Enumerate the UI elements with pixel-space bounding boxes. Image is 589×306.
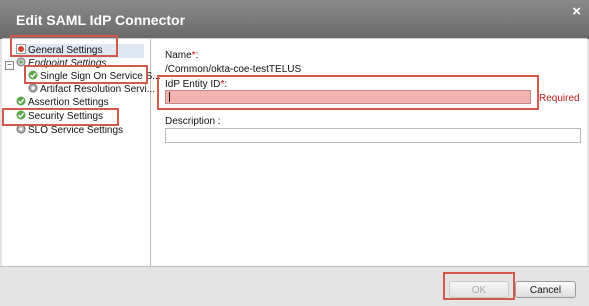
endpoint-icon xyxy=(16,57,26,67)
description-label: Description : xyxy=(165,116,221,127)
ok-button[interactable]: OK xyxy=(449,281,509,298)
tree-item-label: Single Sign On Service S... xyxy=(40,71,161,82)
description-input[interactable] xyxy=(165,128,581,143)
check-icon xyxy=(16,110,26,120)
close-icon[interactable]: × xyxy=(572,4,581,19)
idp-entity-id-label: IdP Entity ID*: xyxy=(165,79,228,90)
text-cursor xyxy=(169,92,170,102)
tree-item-endpoint-settings[interactable]: Endpoint Settings xyxy=(16,57,106,71)
gear-icon xyxy=(28,83,38,93)
tree-item-security-settings[interactable]: Security Settings xyxy=(16,110,103,124)
tree-item-label: Assertion Settings xyxy=(28,97,109,108)
tree-item-artifact-resolution-service[interactable]: Artifact Resolution Servi... xyxy=(28,83,155,97)
dialog-footer: OK Cancel xyxy=(0,266,589,306)
expand-collapse-icon[interactable]: − xyxy=(5,61,14,70)
general-settings-form: Name*: /Common/okta-coe-testTELUS IdP En… xyxy=(162,39,587,267)
settings-tree: General Settings − Endpoint Settings Sin… xyxy=(2,39,161,267)
general-settings-icon xyxy=(16,44,26,55)
tree-item-single-sign-on-service[interactable]: Single Sign On Service S... xyxy=(28,70,161,84)
tree-item-label: General Settings xyxy=(28,45,103,56)
dialog-content: General Settings − Endpoint Settings Sin… xyxy=(2,38,587,267)
tree-item-label: Security Settings xyxy=(28,111,104,122)
cancel-button[interactable]: Cancel xyxy=(515,281,576,298)
tree-item-slo-service-settings[interactable]: SLO Service Settings xyxy=(16,124,123,138)
dialog-title: Edit SAML IdP Connector xyxy=(16,12,186,28)
name-value: /Common/okta-coe-testTELUS xyxy=(165,64,302,75)
dialog-title-bar: Edit SAML IdP Connector × xyxy=(0,0,589,39)
check-icon xyxy=(16,96,26,106)
gear-icon xyxy=(16,124,26,134)
name-label: Name*: xyxy=(165,50,199,61)
tree-item-label: SLO Service Settings xyxy=(28,125,124,136)
idp-entity-id-input[interactable] xyxy=(165,90,531,104)
tree-item-label: Endpoint Settings xyxy=(28,58,107,69)
tree-item-assertion-settings[interactable]: Assertion Settings xyxy=(16,96,109,110)
tree-item-label: Artifact Resolution Servi... xyxy=(40,84,156,95)
edit-saml-idp-connector-dialog: Edit SAML IdP Connector × General Settin… xyxy=(0,0,589,306)
tree-item-general-settings[interactable]: General Settings xyxy=(16,44,144,58)
required-indicator: Required xyxy=(539,93,580,104)
check-icon xyxy=(28,70,38,80)
